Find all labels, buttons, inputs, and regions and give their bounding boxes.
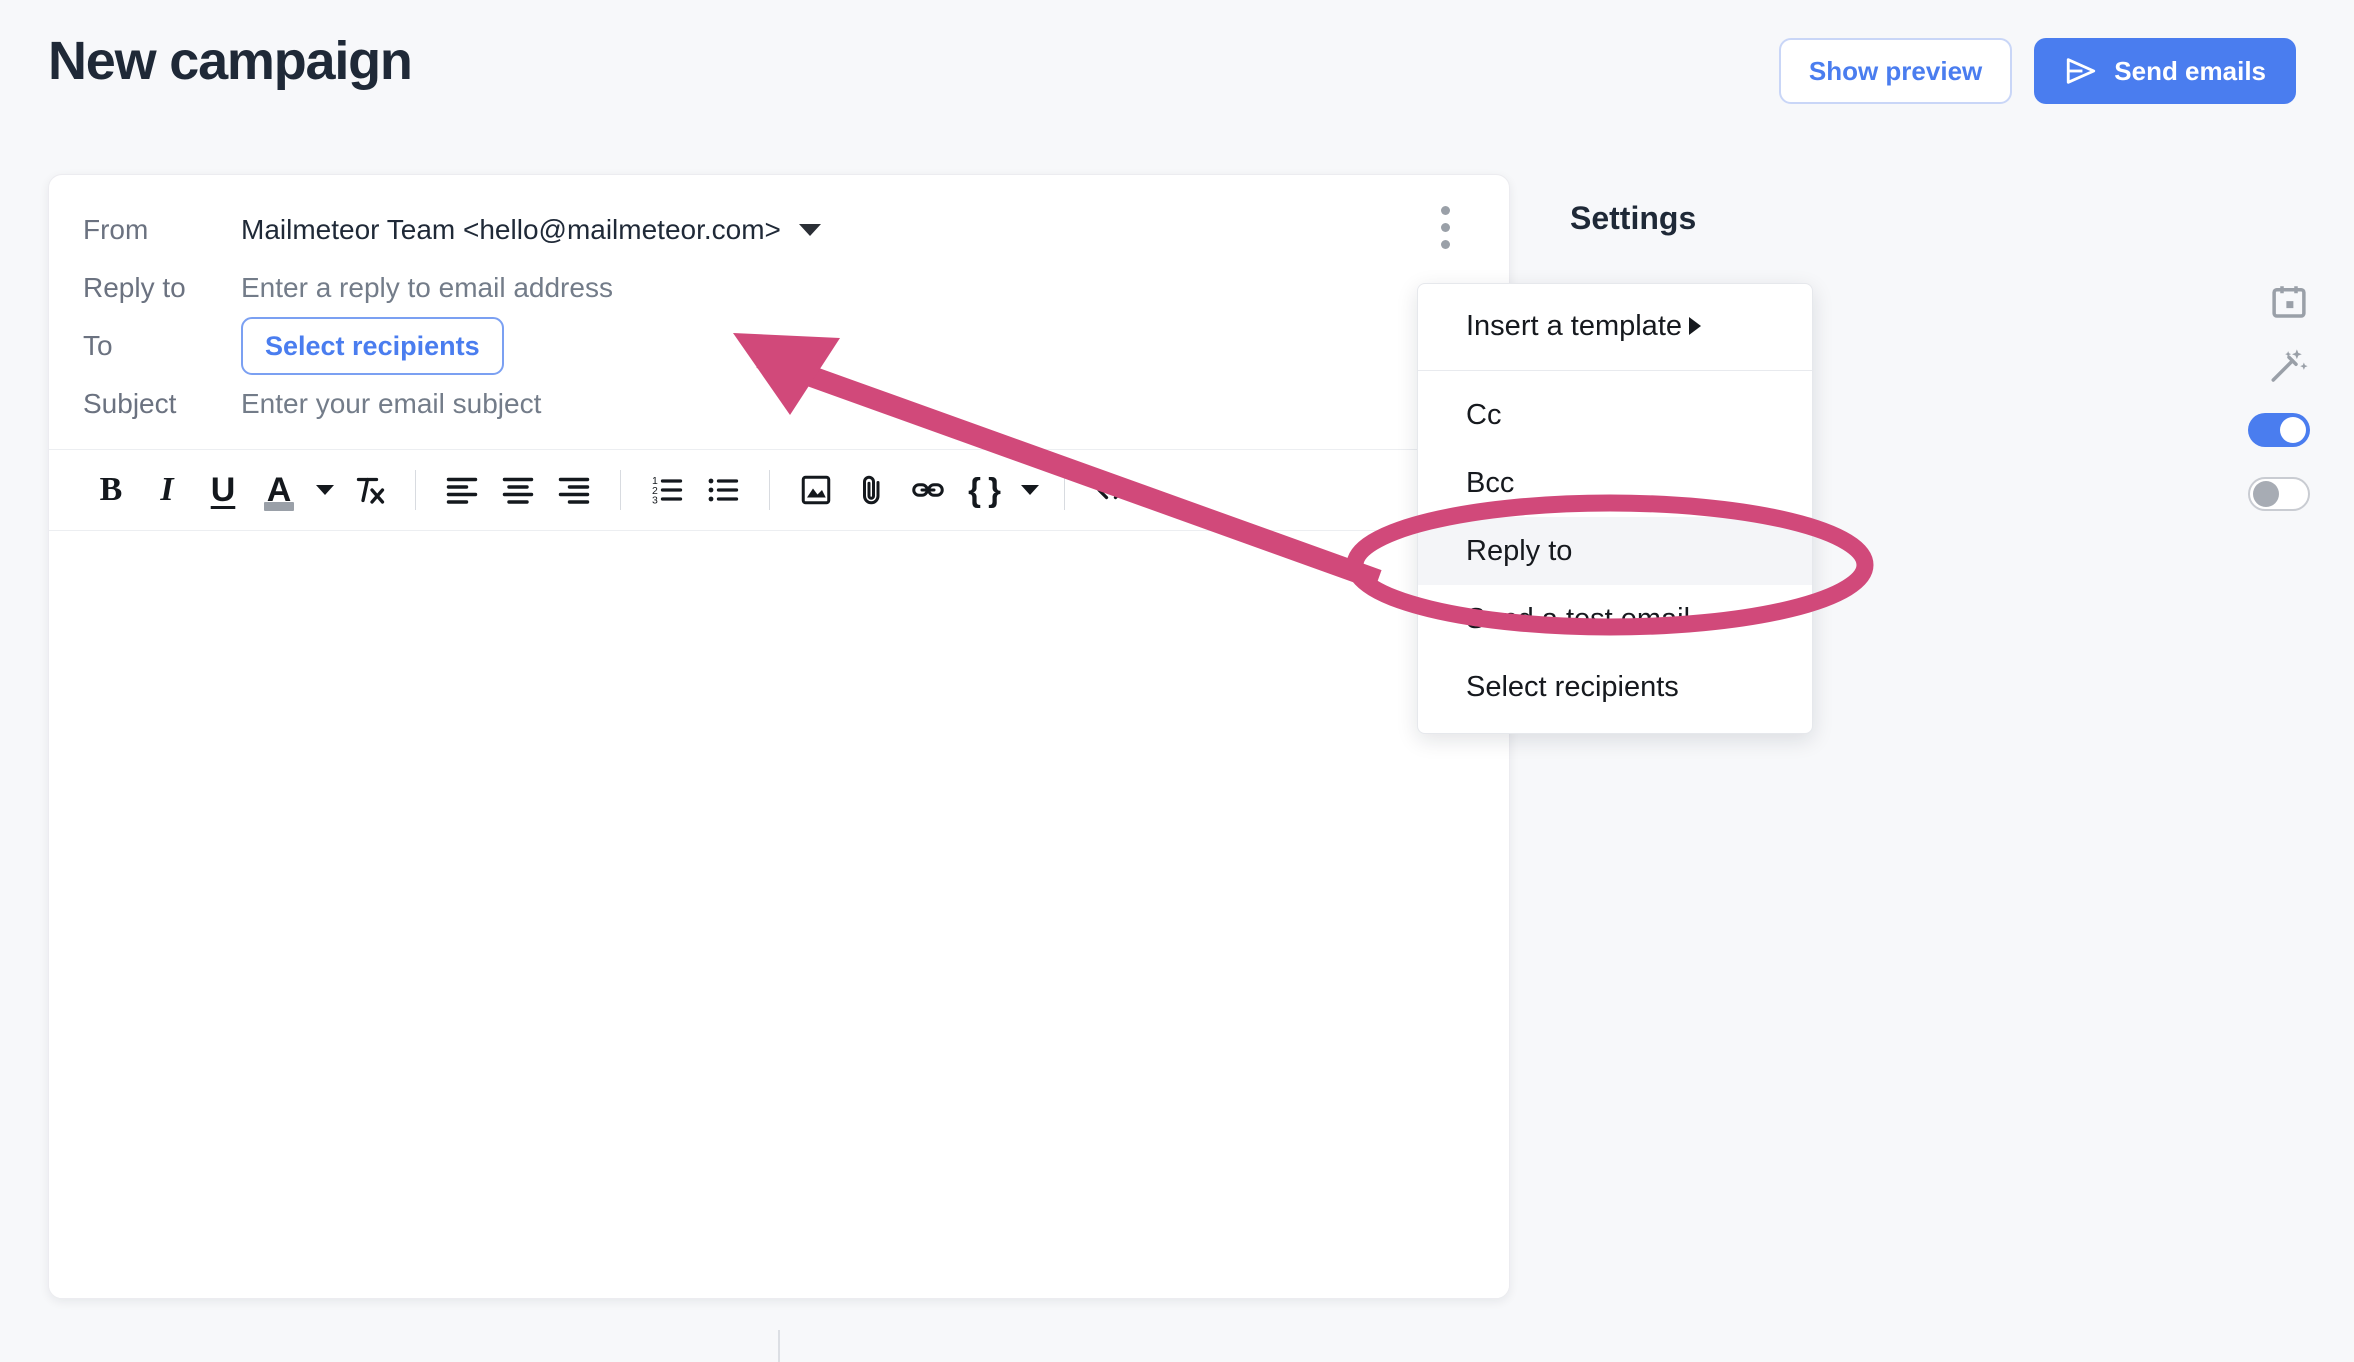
menu-item-bcc[interactable]: Bcc [1418, 449, 1812, 517]
from-label: From [83, 214, 149, 245]
editor-toolbar: B I U A 1 2 3 {} [49, 449, 1509, 531]
compose-options-menu: Insert a template Cc Bcc Reply to Send a… [1417, 283, 1813, 734]
insert-link-icon[interactable] [900, 462, 956, 518]
merge-tag-dropdown-icon[interactable] [1012, 462, 1046, 518]
menu-item-insert-a-template[interactable]: Insert a template [1418, 292, 1812, 360]
kebab-dot [1440, 239, 1450, 249]
field-row-from: From Mailmeteor Team <hello@mailmeteor.c… [49, 201, 1509, 259]
from-selector[interactable]: Mailmeteor Team <hello@mailmeteor.com> [241, 214, 821, 246]
reply-to-label: Reply to [83, 272, 186, 303]
text-color-icon[interactable]: A [251, 462, 307, 518]
field-row-subject: Subject Enter your email subject [49, 375, 1509, 433]
show-preview-label: Show preview [1808, 55, 1983, 86]
text-color-dropdown-icon[interactable] [307, 462, 341, 518]
app-root: New campaign Show preview Send emails Fr… [0, 0, 2354, 1362]
underline-icon[interactable]: U [195, 462, 251, 518]
menu-item-reply-to[interactable]: Reply to [1418, 517, 1812, 585]
toolbar-separator [620, 470, 621, 510]
to-label: To [83, 330, 113, 361]
ordered-list-icon[interactable]: 1 2 3 [639, 462, 695, 518]
tracking-toggle-on[interactable] [2248, 413, 2310, 447]
menu-item-select-recipients[interactable]: Select recipients [1418, 653, 1812, 721]
merge-tag-icon[interactable]: { } [956, 462, 1012, 518]
compose-fields: From Mailmeteor Team <hello@mailmeteor.c… [49, 175, 1509, 449]
compose-card: From Mailmeteor Team <hello@mailmeteor.c… [48, 174, 1510, 1299]
subject-input[interactable]: Enter your email subject [241, 388, 541, 420]
calendar-icon[interactable] [2268, 281, 2310, 323]
align-center-icon[interactable] [490, 462, 546, 518]
text-color-swatch [264, 502, 294, 511]
toolbar-separator [1064, 470, 1065, 510]
magic-wand-icon[interactable] [2268, 345, 2310, 387]
field-row-reply-to: Reply to Enter a reply to email address [49, 259, 1509, 317]
italic-icon[interactable]: I [139, 462, 195, 518]
bulleted-list-icon[interactable] [695, 462, 751, 518]
svg-text:3: 3 [652, 495, 658, 507]
select-recipients-button[interactable]: Select recipients [241, 317, 504, 375]
settings-title: Settings [1570, 200, 1697, 236]
show-preview-button[interactable]: Show preview [1778, 38, 2013, 104]
toolbar-separator [415, 470, 416, 510]
kebab-dot [1440, 205, 1450, 215]
from-value: Mailmeteor Team <hello@mailmeteor.com> [241, 214, 781, 245]
bottom-divider [778, 1330, 780, 1362]
toggle-knob [2253, 481, 2279, 507]
align-right-icon[interactable] [546, 462, 602, 518]
compose-more-options-button[interactable] [1425, 201, 1465, 253]
send-emails-label: Send emails [2114, 55, 2266, 86]
submenu-arrow-icon [1689, 317, 1701, 335]
toolbar-separator [769, 470, 770, 510]
menu-item-label: Insert a template [1466, 309, 1682, 342]
attach-file-icon[interactable] [844, 462, 900, 518]
menu-item-cc[interactable]: Cc [1418, 381, 1812, 449]
send-emails-button[interactable]: Send emails [2034, 38, 2296, 104]
source-code-icon[interactable] [1083, 462, 1139, 518]
email-body-editor[interactable] [49, 531, 1509, 1298]
link-tracking-toggle-off[interactable] [2248, 477, 2310, 511]
chevron-down-icon [798, 224, 821, 236]
subject-label: Subject [83, 388, 177, 419]
bold-icon[interactable]: B [83, 462, 139, 518]
page-title: New campaign [48, 31, 413, 91]
header-actions: Show preview Send emails [1778, 38, 2296, 104]
toggle-knob [2280, 417, 2306, 443]
clear-formatting-icon[interactable] [341, 462, 397, 518]
field-row-to: To Select recipients [49, 317, 1509, 375]
align-left-icon[interactable] [434, 462, 490, 518]
reply-to-input[interactable]: Enter a reply to email address [241, 272, 613, 304]
menu-item-send-a-test-email[interactable]: Send a test email [1418, 585, 1812, 653]
paper-plane-icon [2067, 58, 2096, 84]
insert-image-icon[interactable] [788, 462, 844, 518]
menu-separator [1418, 370, 1812, 371]
kebab-dot [1440, 222, 1450, 232]
